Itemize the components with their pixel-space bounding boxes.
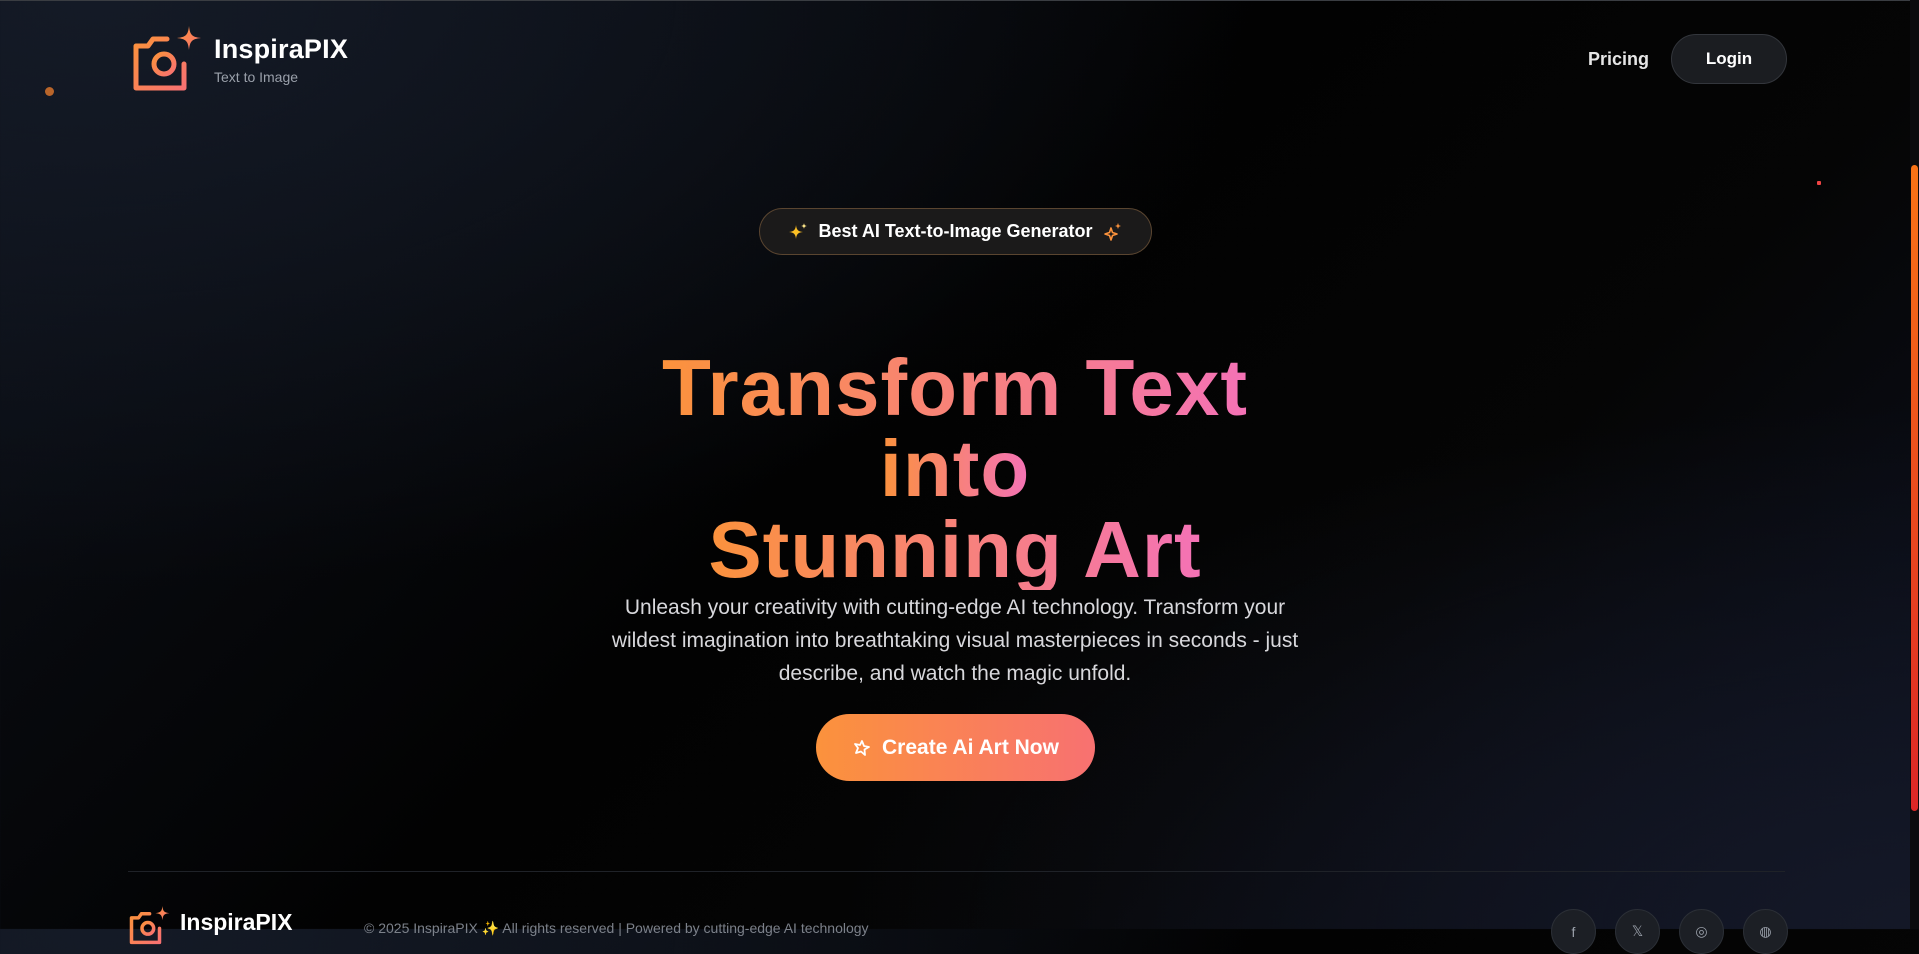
create-ai-art-button[interactable]: Create Ai Art Now bbox=[816, 714, 1095, 781]
footer-brand-name: InspiraPIX bbox=[180, 909, 293, 935]
nav-pricing-link[interactable]: Pricing bbox=[1588, 49, 1649, 70]
facebook-icon[interactable]: f bbox=[1551, 909, 1596, 954]
top-nav: Pricing Login bbox=[1588, 34, 1787, 84]
brand-tagline: Text to Image bbox=[214, 69, 299, 85]
camera-sparkle-icon bbox=[133, 26, 201, 91]
sparkles-icon bbox=[789, 222, 808, 239]
create-ai-art-label: Create Ai Art Now bbox=[882, 735, 1059, 759]
scrollbar-thumb[interactable] bbox=[1911, 165, 1918, 811]
sparkles-icon bbox=[1103, 222, 1121, 241]
hero-badge: Best AI Text-to-Image Generator bbox=[759, 208, 1152, 255]
instagram-icon[interactable]: ◎ bbox=[1679, 909, 1724, 954]
discord-icon[interactable]: ◍ bbox=[1743, 909, 1788, 954]
decorative-dot bbox=[45, 87, 54, 96]
footer-social-links: f 𝕏 ◎ ◍ bbox=[1551, 909, 1788, 954]
twitter-icon[interactable]: 𝕏 bbox=[1615, 909, 1660, 954]
magic-wand-icon bbox=[854, 739, 870, 756]
page-scrollbar[interactable] bbox=[1910, 0, 1919, 929]
decorative-dot bbox=[1817, 181, 1821, 185]
footer-brand-logo[interactable]: InspiraPIX bbox=[128, 905, 292, 947]
hero-title-line-3: Stunning Art bbox=[708, 504, 1202, 594]
footer-divider bbox=[128, 871, 1785, 872]
hero-badge-text: Best AI Text-to-Image Generator bbox=[818, 221, 1093, 241]
hero-description: Unleash your creativity with cutting-edg… bbox=[611, 596, 1299, 685]
brand-name: InspiraPIX bbox=[214, 34, 349, 64]
hero-title-line-2: into bbox=[879, 423, 1031, 513]
camera-sparkle-icon bbox=[129, 906, 170, 945]
hero-title-line-1: Transform Text bbox=[662, 342, 1248, 432]
brand-logo[interactable]: InspiraPIX Text to Image bbox=[130, 24, 348, 96]
window-top-border bbox=[0, 0, 1919, 1]
login-button[interactable]: Login bbox=[1671, 34, 1787, 84]
hero-title: Transform Text into Stunning Art bbox=[0, 347, 1910, 590]
